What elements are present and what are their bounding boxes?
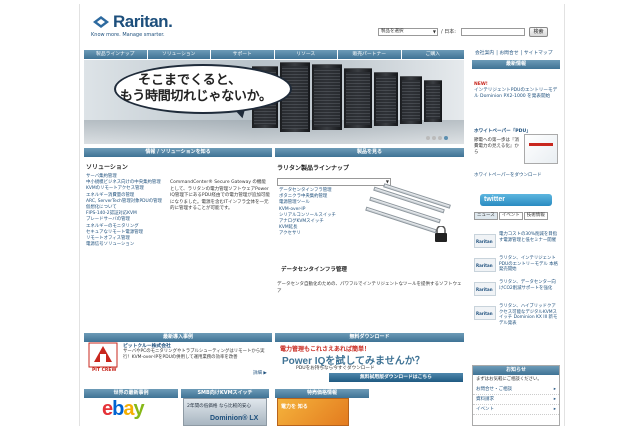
search-button[interactable]: 検索 — [529, 27, 548, 37]
raritan-logo[interactable]: Raritan. Know more. Manage smarter. — [91, 12, 181, 40]
dominion-lx-label: Dominion® LX — [210, 415, 259, 422]
whitepaper-text: 節電への第一歩は『消費電力の見える化』から — [474, 138, 519, 155]
info-link-events[interactable]: イベント ▸ — [473, 405, 559, 415]
carousel-dot[interactable] — [432, 136, 436, 140]
nav-tab-support[interactable]: サポート — [211, 50, 274, 59]
padlock-icon — [435, 226, 447, 242]
info-text: まずはお気軽にご相談ください。 — [476, 377, 542, 382]
server-rack-image — [400, 76, 422, 124]
info-header: お知らせ — [473, 366, 559, 375]
utility-link-contact[interactable]: お問合せ — [499, 51, 518, 56]
chevron-right-icon: ▸ — [553, 397, 556, 402]
info-box: お知らせ まずはお気軽にご相談ください。 お問合せ・ご相談 ▸ 資料請求 ▸ イベン… — [472, 365, 560, 426]
whitepaper-download-link[interactable]: ホワイトペーパーをダウンロード — [474, 172, 541, 178]
special-price-banner[interactable]: 電力を 知る — [277, 398, 349, 426]
dcim-description: データセンタ自動化のための、パワフルでインテリジェントなツールを提供するソフトウ… — [277, 282, 462, 294]
special-price-header: 特売価格情報 — [275, 389, 369, 398]
solutions-description: CommandCenter® Secure Gateway の機能として、ラリタ… — [170, 180, 270, 211]
pitcrew-logo[interactable]: PIT CREW — [88, 342, 120, 376]
list-item[interactable]: ラリタン、ハイブリッドクアクセス可能なデジタルKVMスイッチ Dominion … — [474, 304, 558, 326]
search-category-select[interactable]: 製品を選択 ▼ — [378, 28, 438, 36]
main-nav: 製品ラインナップ ソリューション サポート リソース 販売パートナー ご購入 — [84, 50, 464, 59]
product-select[interactable]: ▼ — [277, 178, 391, 186]
latest-news-header: 最新情報 — [472, 60, 560, 69]
raritan-thumbnail — [474, 258, 496, 272]
case-study-title[interactable]: ピットクルー株式会社 — [123, 342, 171, 349]
product-links: データセンタインフラ管理 ボタニクラ中央集約管理 電源管理ツール KVM-ove… — [279, 188, 363, 238]
solutions-header: 情報 / ソリューションを知る — [84, 148, 272, 157]
tab-news[interactable]: ニュース — [474, 212, 498, 220]
whitepaper-heading[interactable]: ホワイトペーパー「PDU」 — [474, 128, 531, 134]
solutions-title: ソリューション — [86, 164, 128, 171]
chevron-down-icon: ▼ — [432, 29, 436, 34]
product-link[interactable]: アクセサリ — [279, 231, 363, 237]
twitter-button[interactable]: twitter — [480, 194, 552, 206]
solution-links: サーバ集約管理 中小規模ビジネス向けの中央集約管理 KVMのリモートアクセス管理… — [86, 174, 166, 248]
ebay-logo[interactable]: ebay — [102, 398, 145, 421]
nav-tab-products[interactable]: 製品ラインナップ — [84, 50, 147, 59]
carousel-dot[interactable] — [426, 136, 430, 140]
carousel-dot[interactable] — [438, 136, 442, 140]
nav-tab-resources[interactable]: リソース — [274, 50, 337, 59]
new-badge: NEW! — [474, 82, 488, 87]
nav-tab-purchase[interactable]: ご購入 — [401, 50, 464, 59]
utility-link-company[interactable]: 会社案内 — [475, 51, 494, 56]
utility-link-sitemap[interactable]: サイトマップ — [524, 51, 553, 56]
pdu-product-image[interactable] — [362, 183, 460, 246]
server-rack-image — [424, 80, 442, 122]
server-rack-image — [312, 64, 342, 130]
sidebar: 最新情報 NEW! インテリジェントPDUのエントリーモデル Dominion … — [472, 60, 560, 360]
page: Raritan. Know more. Manage smarter. 製品を選… — [0, 0, 640, 426]
list-item[interactable]: ラリタン、データセンター向けCO2削減サポートを強化 — [474, 280, 558, 300]
raritan-thumbnail — [474, 234, 496, 248]
smb-kvm-header: SMB向けKVMスイッチ — [181, 389, 269, 398]
case-study-body: サーバやPCのモニタリングやトラブルシューティングはリモートから実行！KVM-o… — [123, 349, 265, 361]
tab-tech-info[interactable]: 技術情報 — [523, 212, 548, 220]
info-link-contact[interactable]: お問合せ・ご相談 ▸ — [473, 385, 559, 395]
case-study-detail-link[interactable]: 詳細 ▶ — [253, 370, 267, 376]
language-label: / 日本: — [441, 29, 456, 35]
nav-tab-partners[interactable]: 販売パートナー — [338, 50, 401, 59]
whitepaper-thumbnail[interactable] — [524, 134, 558, 164]
search-input[interactable] — [461, 28, 525, 36]
download-subtitle: PDUをお持ちなら今すぐダウンロード — [296, 366, 375, 371]
hero-banner[interactable]: そこまでくると、 もう時間切れじゃないか。 — [84, 60, 464, 144]
products-title: ラリタン製品ラインナップ — [277, 165, 350, 172]
chevron-right-icon: ▸ — [553, 407, 556, 412]
carousel-dot-active[interactable] — [444, 136, 448, 140]
hero-headline-line2: もう時間切れじゃないか。 — [120, 89, 272, 104]
pitcrew-mark-icon — [88, 342, 118, 368]
carousel-dots — [426, 136, 448, 140]
world-cases-header: 世界の最新事例 — [84, 389, 178, 398]
logo-text: Raritan. — [113, 12, 173, 31]
nav-tab-solutions[interactable]: ソリューション — [147, 50, 210, 59]
tab-events[interactable]: イベント — [498, 212, 523, 220]
server-rack-image — [374, 72, 398, 126]
chevron-right-icon: ▸ — [553, 387, 556, 392]
dcim-title[interactable]: データセンタインフラ管理 — [281, 265, 347, 273]
smb-kvm-banner[interactable]: 2年間の低価格 なら比較的安心 Dominion® LX — [183, 398, 267, 426]
list-item[interactable]: ラリタン、インテリジェントPDUのエントリーモデル 本格発売開始 — [474, 256, 558, 276]
case-study-header: 最新導入事例 — [84, 333, 272, 342]
info-link-documents[interactable]: 資料請求 ▸ — [473, 395, 559, 405]
server-rack-image — [344, 68, 372, 128]
list-item[interactable]: 電力コストの30%削減を目指す電源管理と低セミナー開催 — [474, 232, 558, 252]
news-link[interactable]: インテリジェントPDUのエントリーモデル Dominion PX2-1000 を… — [474, 88, 558, 100]
raritan-thumbnail — [474, 306, 496, 320]
raritan-thumbnail — [474, 282, 496, 296]
products-header: 製品を見る — [275, 148, 464, 157]
logo-mark-icon — [93, 16, 109, 28]
tagline: Know more. Manage smarter. — [91, 32, 165, 38]
download-header: 無料ダウンロード — [275, 333, 464, 342]
solution-link[interactable]: 電源信号ソリューション — [86, 242, 166, 248]
sidebar-tabs: ニュース イベント 技術情報 — [474, 212, 548, 220]
download-button[interactable]: 無料試用版ダウンロードはこちら — [329, 373, 463, 382]
utility-links: 会社案内 | お問合せ | サイトマップ — [475, 51, 553, 56]
